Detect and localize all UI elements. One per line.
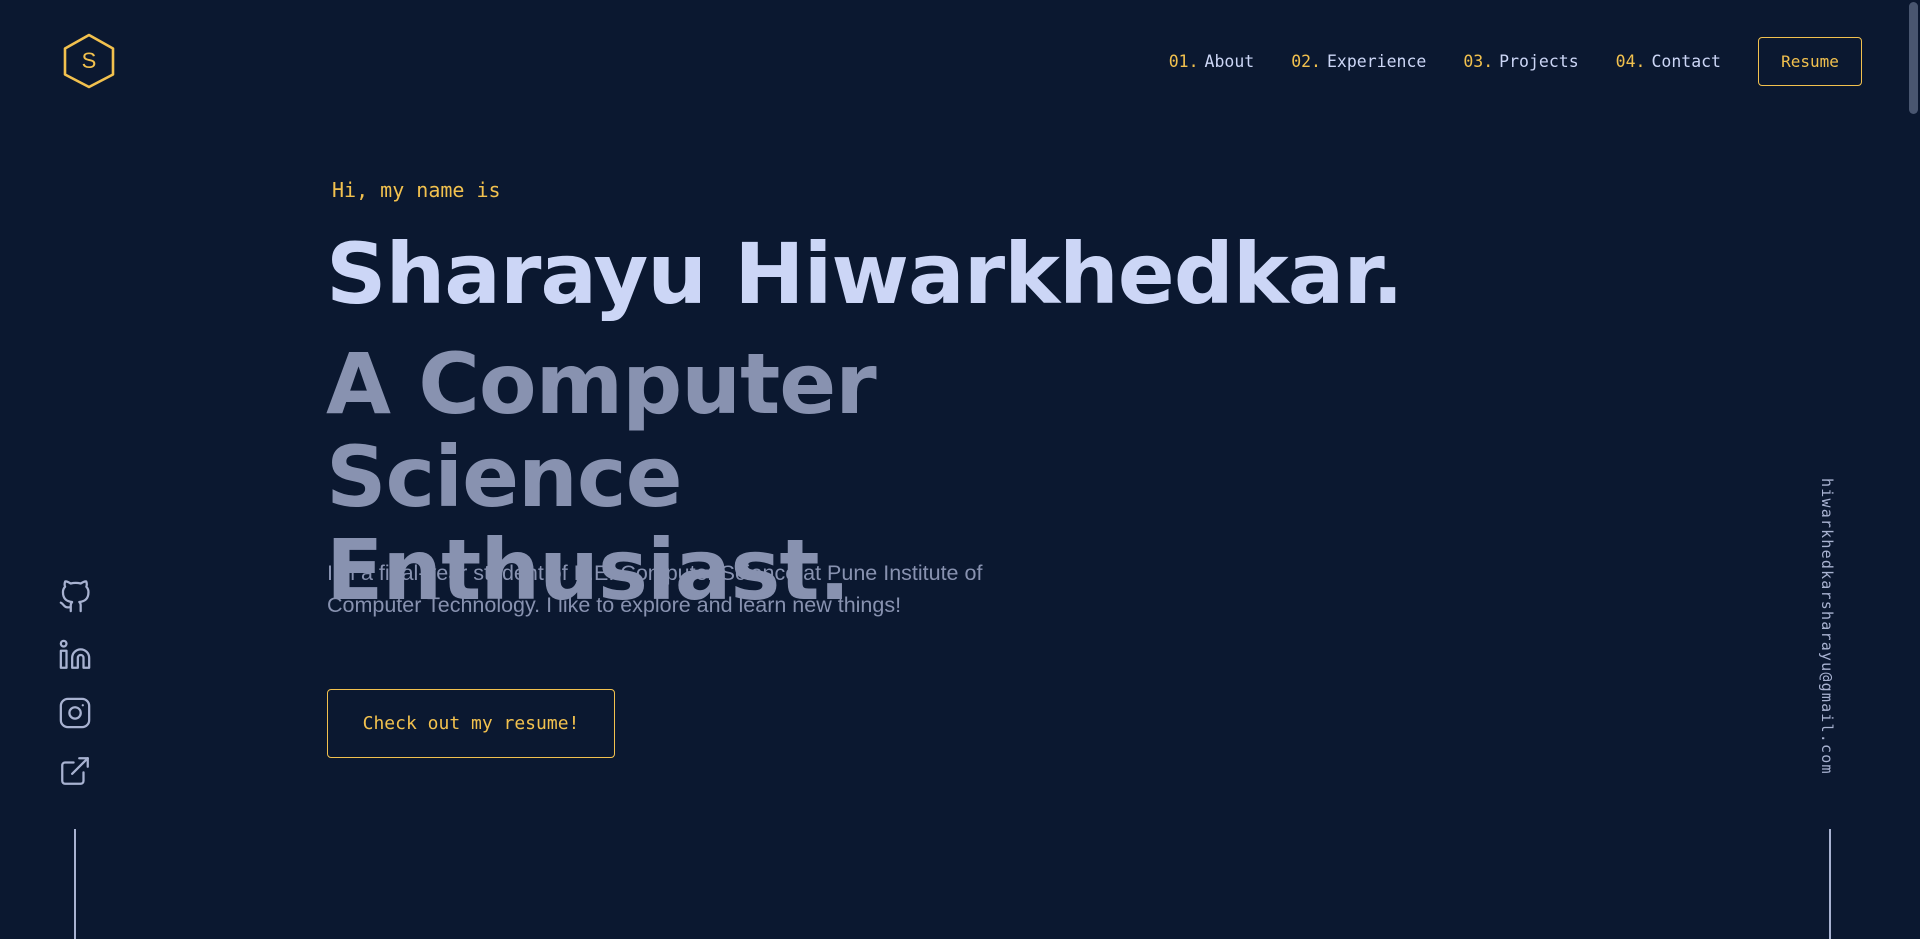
external-link[interactable] <box>58 754 92 788</box>
nav-link-about[interactable]: 01. About <box>1169 52 1254 71</box>
scrollbar-thumb[interactable] <box>1909 2 1918 114</box>
social-links <box>58 580 92 788</box>
external-link-icon <box>61 757 89 785</box>
nav-link-contact[interactable]: 04. Contact <box>1616 52 1721 71</box>
nav-number: 04. <box>1615 51 1646 71</box>
scrollbar[interactable] <box>1907 0 1920 939</box>
linkedin-link[interactable] <box>58 638 92 672</box>
nav-number: 02. <box>1291 51 1321 71</box>
hero-bio: I'm a final-year student of B.E. Compute… <box>327 561 983 617</box>
hero-name: Sharayu Hiwarkhedkar. <box>326 225 1404 323</box>
logo-letter: S <box>81 48 97 73</box>
nav-link-projects[interactable]: 03. Projects <box>1463 52 1578 71</box>
check-resume-button[interactable]: Check out my resume! <box>327 689 615 758</box>
nav-link-experience[interactable]: 02. Experience <box>1291 52 1426 71</box>
greeting-text: Hi, my name is <box>332 178 501 202</box>
nav-label: Projects <box>1499 51 1579 71</box>
nav-label: Experience <box>1327 51 1427 71</box>
nav-number: 03. <box>1463 51 1494 71</box>
top-navigation: 01. About 02. Experience 03. Projects 04. Co… <box>1169 0 1862 122</box>
instagram-icon <box>59 697 91 729</box>
resume-button[interactable]: Resume <box>1758 36 1862 86</box>
nav-label: About <box>1204 51 1255 71</box>
instagram-link[interactable] <box>58 696 92 730</box>
nav-number: 01. <box>1168 51 1199 71</box>
email-link[interactable]: hiwarkhedkarsharayu@gmail.com <box>1818 478 1836 775</box>
nav-label: Contact <box>1651 51 1721 71</box>
logo[interactable]: S <box>62 33 116 89</box>
linkedin-icon <box>59 639 91 669</box>
github-link[interactable] <box>58 580 92 614</box>
left-vertical-line <box>74 829 76 939</box>
github-icon <box>59 580 90 613</box>
right-vertical-line <box>1829 829 1831 939</box>
